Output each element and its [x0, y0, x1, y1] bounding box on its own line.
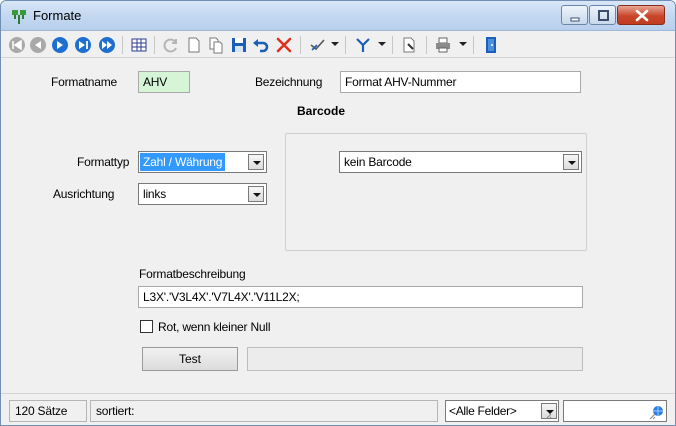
- bezeichnung-label: Bezeichnung: [255, 75, 323, 89]
- barcode-group-title: Barcode: [293, 104, 350, 118]
- form-panel: Formatname AHV Bezeichnung Format AHV-Nu…: [11, 63, 666, 390]
- ausrichtung-label: Ausrichtung: [53, 187, 115, 201]
- exit-icon[interactable]: [481, 35, 501, 55]
- barcode-value: kein Barcode: [344, 155, 412, 169]
- ausrichtung-value: links: [143, 187, 167, 201]
- grid-view-icon[interactable]: [129, 35, 149, 55]
- toolbar-separator: [426, 36, 427, 54]
- close-button[interactable]: [617, 5, 665, 25]
- resize-grip-icon: [545, 413, 552, 420]
- delete-icon[interactable]: [274, 35, 294, 55]
- title-bar[interactable]: Formate: [1, 1, 675, 31]
- toolbar-separator: [473, 36, 474, 54]
- sort-status: sortiert:: [90, 400, 438, 422]
- last-record-icon-2[interactable]: [97, 35, 117, 55]
- status-bar: 120 Sätze sortiert: <Alle Felder>: [1, 393, 675, 425]
- next-record-icon[interactable]: [50, 35, 70, 55]
- print-icon[interactable]: [433, 35, 453, 55]
- document-icon[interactable]: [399, 35, 419, 55]
- new-record-icon[interactable]: [184, 35, 204, 55]
- ausrichtung-select[interactable]: links: [138, 183, 267, 205]
- formatbeschreibung-field[interactable]: L3X'.'V3L4X'.'V7L4X'.'V11L2X;: [138, 286, 583, 308]
- checkbox-label: Rot, wenn kleiner Null: [158, 320, 271, 334]
- save-icon[interactable]: [229, 35, 249, 55]
- print-dropdown-caret[interactable]: [459, 42, 467, 46]
- test-result-field: [247, 347, 583, 371]
- chevron-down-icon[interactable]: [248, 154, 264, 170]
- formattyp-label: Formattyp: [77, 155, 130, 169]
- formatbeschreibung-label: Formatbeschreibung: [139, 267, 246, 281]
- field-filter-value: <Alle Felder>: [449, 404, 517, 418]
- resize-grip-icon: [649, 413, 656, 420]
- minimize-button[interactable]: [561, 5, 588, 25]
- minimize-icon: [570, 17, 580, 22]
- last-record-icon[interactable]: [73, 35, 93, 55]
- formattyp-value: Zahl / Währung: [140, 153, 226, 171]
- barcode-select[interactable]: kein Barcode: [339, 151, 582, 173]
- previous-record-icon[interactable]: [28, 35, 48, 55]
- chevron-down-icon[interactable]: [563, 154, 579, 170]
- formatname-field[interactable]: AHV: [138, 71, 190, 93]
- test-button[interactable]: Test: [142, 347, 238, 371]
- app-icon: [12, 10, 26, 24]
- refresh-icon[interactable]: [161, 35, 181, 55]
- formattyp-select[interactable]: Zahl / Währung: [138, 151, 267, 173]
- select-dropdown-caret[interactable]: [331, 42, 339, 46]
- select-icon[interactable]: [307, 35, 327, 55]
- formatname-label: Formatname: [51, 75, 118, 89]
- close-icon: [635, 9, 649, 22]
- toolbar-separator: [122, 36, 123, 54]
- maximize-button[interactable]: [589, 5, 616, 25]
- undo-icon[interactable]: [251, 35, 271, 55]
- bezeichnung-field[interactable]: Format AHV-Nummer: [340, 71, 581, 93]
- window-title: Formate: [33, 8, 82, 23]
- toolbar-separator: [392, 36, 393, 54]
- record-count: 120 Sätze: [9, 400, 87, 422]
- copy-record-icon[interactable]: [206, 35, 226, 55]
- first-record-icon[interactable]: [7, 35, 27, 55]
- toolbar-separator: [345, 36, 346, 54]
- maximize-icon: [598, 10, 609, 21]
- toolbar-separator: [154, 36, 155, 54]
- chevron-down-icon[interactable]: [248, 186, 264, 202]
- toolbar: [1, 32, 675, 58]
- field-filter-select[interactable]: <Alle Felder>: [445, 400, 559, 422]
- toolbar-separator: [300, 36, 301, 54]
- filter-icon[interactable]: [353, 35, 373, 55]
- formate-window: Formate Formatname AHV Bezeichnung Forma…: [0, 0, 676, 426]
- rot-kleiner-null-checkbox[interactable]: [140, 320, 153, 333]
- filter-dropdown-caret[interactable]: [378, 42, 386, 46]
